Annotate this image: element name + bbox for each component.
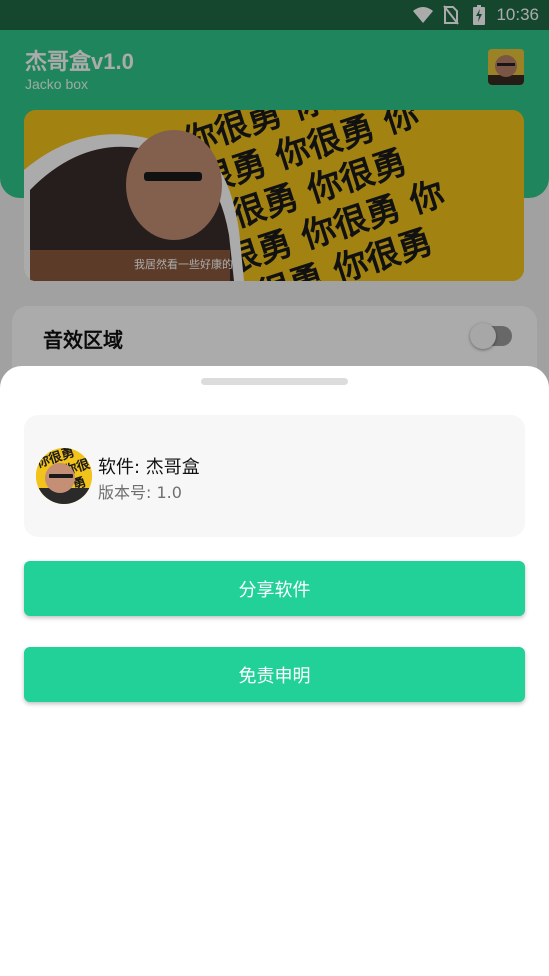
sheet-drag-handle[interactable]: [201, 378, 348, 385]
software-name: 软件: 杰哥盒: [98, 457, 200, 478]
disclaimer-button[interactable]: 免责申明: [24, 647, 525, 702]
bottom-sheet: 你很勇 你很 勇 软件: 杰哥盒 版本号: 1.0 分享软件 免责申明: [0, 366, 549, 976]
app-logo-avatar: 你很勇 你很 勇: [36, 448, 92, 504]
share-software-button[interactable]: 分享软件: [24, 561, 525, 616]
version-text: 版本号: 1.0: [98, 483, 182, 502]
app-info-card: 你很勇 你很 勇 软件: 杰哥盒 版本号: 1.0: [24, 415, 525, 537]
